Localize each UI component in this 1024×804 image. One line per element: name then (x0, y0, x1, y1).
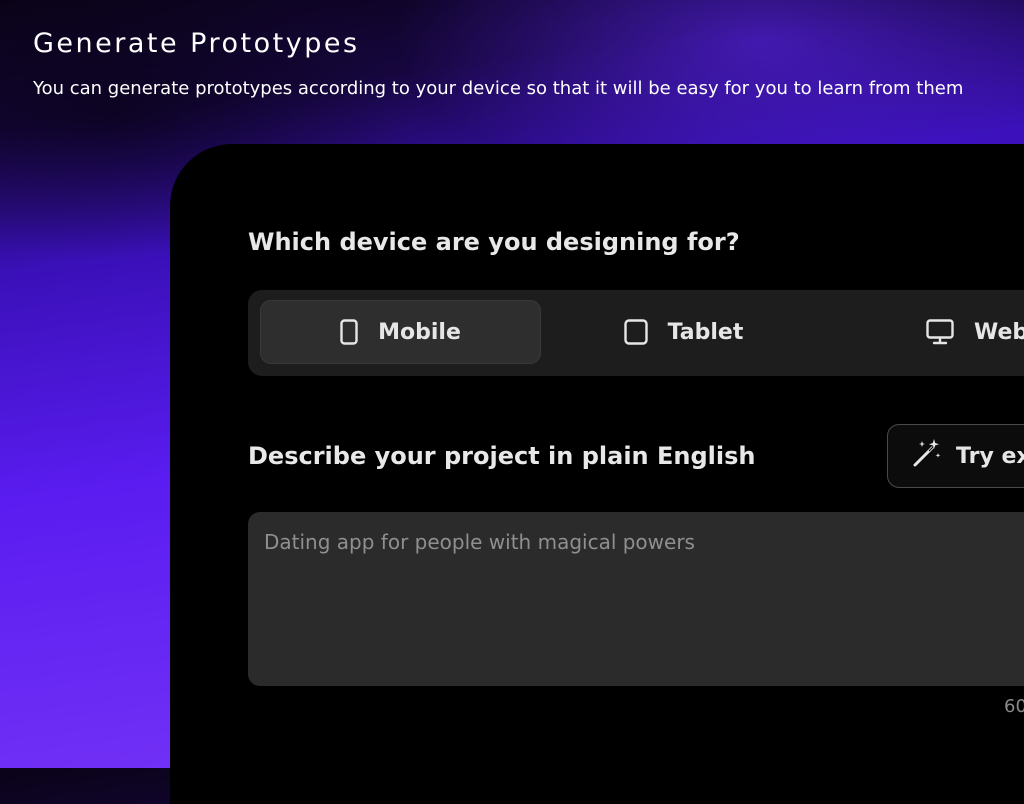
project-description-input[interactable] (248, 512, 1024, 686)
describe-label: Describe your project in plain English (248, 442, 756, 470)
tablet-icon (623, 319, 648, 345)
try-example-button[interactable]: Try ex (887, 424, 1024, 488)
slide-title: Generate Prototypes (33, 28, 360, 59)
device-option-label: Tablet (667, 319, 744, 345)
device-option-mobile[interactable]: Mobile (260, 300, 541, 364)
mobile-icon (340, 319, 358, 345)
device-question: Which device are you designing for? (248, 228, 740, 256)
device-option-label: Web (974, 319, 1024, 345)
magic-wand-icon (910, 437, 942, 475)
monitor-icon (926, 319, 954, 345)
device-option-label: Mobile (378, 319, 461, 345)
app-panel: Which device are you designing for? Mobi… (170, 144, 1024, 804)
try-example-label: Try ex (956, 443, 1024, 469)
device-option-tablet[interactable]: Tablet (543, 300, 824, 364)
character-count: 60 (1004, 696, 1024, 717)
slide-subtitle: You can generate prototypes according to… (33, 78, 964, 99)
device-option-web[interactable]: Web (826, 300, 1024, 364)
device-selector: Mobile Tablet Web (248, 290, 1024, 376)
